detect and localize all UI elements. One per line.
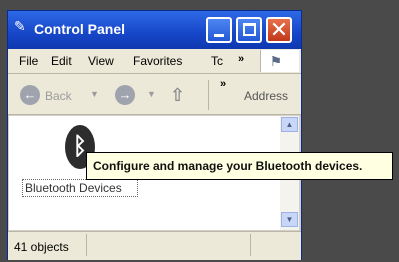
minimize-icon <box>214 34 224 37</box>
bluetooth-devices-label[interactable]: Bluetooth Devices <box>22 179 138 197</box>
back-dropdown-icon[interactable]: ▼ <box>90 89 99 99</box>
address-bar-label[interactable]: Address <box>244 89 288 103</box>
toolbar-overflow-chevron[interactable]: » <box>220 78 226 90</box>
windows-flag-icon: ⚑ <box>271 53 282 69</box>
tooltip: Configure and manage your Bluetooth devi… <box>86 152 393 180</box>
up-folder-icon[interactable]: ⇧ <box>170 84 188 106</box>
menu-view[interactable]: View <box>88 54 114 68</box>
back-button-label[interactable]: Back <box>45 89 72 103</box>
menu-tools[interactable]: Tc <box>211 54 223 68</box>
forward-dropdown-icon[interactable]: ▼ <box>147 89 156 99</box>
scroll-down-button[interactable]: ▼ <box>281 212 298 227</box>
menu-favorites[interactable]: Favorites <box>133 54 182 68</box>
maximize-icon <box>243 23 256 36</box>
object-count: 41 objects <box>14 240 69 254</box>
menu-overflow-chevron[interactable]: » <box>238 52 244 66</box>
toolbar-separator <box>208 80 209 110</box>
back-arrow-icon[interactable]: ← <box>20 85 40 105</box>
control-panel-icon: ✎ <box>14 18 26 34</box>
scroll-up-button[interactable]: ▲ <box>281 117 298 132</box>
window-title: Control Panel <box>34 21 126 37</box>
menu-edit[interactable]: Edit <box>51 54 72 68</box>
minimize-button[interactable] <box>206 17 232 43</box>
status-separator <box>86 234 87 256</box>
forward-arrow-icon[interactable]: → <box>115 85 135 105</box>
close-icon: ✕ <box>269 17 289 42</box>
menu-file[interactable]: File <box>19 54 38 68</box>
status-separator <box>250 234 251 256</box>
